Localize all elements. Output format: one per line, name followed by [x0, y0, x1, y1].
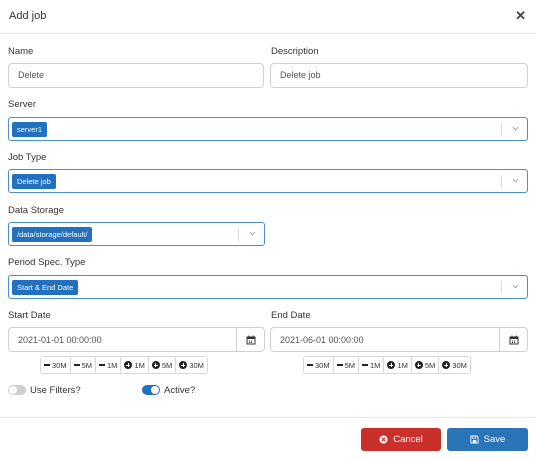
- plus-circle-icon: [387, 361, 396, 369]
- minus-30m-button[interactable]: 30M: [41, 357, 71, 373]
- start-date-field[interactable]: 2021-01-01 00:00:00: [8, 327, 265, 352]
- select-divider: [501, 175, 502, 188]
- save-icon: [470, 435, 479, 444]
- period-spec-select[interactable]: Start & End Date: [8, 275, 528, 299]
- plus-circle-icon: [442, 361, 451, 369]
- chevron-down-icon[interactable]: [512, 177, 519, 184]
- step-label: 30M: [52, 360, 67, 370]
- plus-5m-button[interactable]: 5M: [411, 357, 440, 373]
- cancel-button[interactable]: Cancel: [361, 428, 441, 451]
- step-label: 30M: [189, 360, 204, 370]
- job-type-label: Job Type: [8, 152, 47, 163]
- cancel-icon: [379, 435, 388, 444]
- plus-5m-button[interactable]: 5M: [148, 357, 177, 373]
- modal-header: Add job ✕: [0, 0, 536, 34]
- active-toggle[interactable]: [142, 385, 160, 395]
- minus-icon: [44, 364, 50, 366]
- start-date-label: Start Date: [8, 310, 51, 321]
- chevron-down-icon[interactable]: [512, 125, 519, 132]
- close-icon[interactable]: ✕: [515, 8, 526, 24]
- server-select[interactable]: server1: [8, 117, 528, 141]
- save-label: Save: [483, 434, 506, 445]
- modal-title: Add job: [9, 10, 47, 22]
- description-label: Description: [271, 46, 319, 57]
- minus-icon: [307, 364, 313, 366]
- start-date-steps: 30M 5M 1M 1M 5M 30M: [40, 356, 208, 374]
- data-storage-select[interactable]: /data/storage/default/: [8, 222, 265, 246]
- name-label: Name: [8, 46, 34, 57]
- plus-circle-icon: [151, 361, 160, 369]
- plus-1m-button[interactable]: 1M: [121, 357, 149, 373]
- name-field[interactable]: Delete: [8, 63, 264, 88]
- toggle-knob: [9, 386, 17, 394]
- step-label: 1M: [107, 360, 118, 370]
- server-tag[interactable]: server1: [12, 122, 48, 137]
- use-filters-label: Use Filters?: [30, 385, 81, 396]
- chevron-down-icon[interactable]: [249, 230, 256, 237]
- step-label: 5M: [344, 360, 356, 370]
- end-date-value[interactable]: 2021-06-01 00:00:00: [280, 335, 364, 345]
- save-button[interactable]: Save: [447, 428, 528, 451]
- minus-5m-button[interactable]: 5M: [333, 357, 360, 373]
- use-filters-toggle[interactable]: [8, 385, 26, 395]
- step-label: 5M: [424, 360, 436, 370]
- step-label: 1M: [397, 360, 408, 370]
- calendar-icon[interactable]: [499, 328, 527, 351]
- minus-30m-button[interactable]: 30M: [304, 357, 334, 373]
- minus-icon: [73, 364, 80, 366]
- step-label: 5M: [161, 360, 173, 370]
- plus-circle-icon: [414, 361, 423, 369]
- minus-1m-button[interactable]: 1M: [359, 357, 385, 373]
- plus-30m-button[interactable]: 30M: [176, 357, 207, 373]
- end-date-label: End Date: [271, 310, 311, 321]
- plus-30m-button[interactable]: 30M: [439, 357, 470, 373]
- minus-icon: [99, 364, 106, 366]
- step-label: 30M: [452, 360, 467, 370]
- end-date-field[interactable]: 2021-06-01 00:00:00: [270, 327, 528, 352]
- plus-1m-button[interactable]: 1M: [384, 357, 412, 373]
- data-storage-tag[interactable]: /data/storage/default/: [12, 227, 93, 242]
- server-label: Server: [8, 99, 36, 110]
- step-label: 1M: [370, 360, 381, 370]
- calendar-icon[interactable]: [236, 328, 264, 351]
- plus-circle-icon: [124, 361, 133, 369]
- minus-icon: [336, 364, 343, 366]
- period-spec-tag[interactable]: Start & End Date: [12, 280, 79, 295]
- step-label: 5M: [81, 360, 93, 370]
- period-spec-label: Period Spec. Type: [8, 257, 86, 268]
- step-label: 1M: [134, 360, 145, 370]
- step-label: 30M: [315, 360, 330, 370]
- toggle-knob: [151, 386, 159, 394]
- data-storage-label: Data Storage: [8, 205, 64, 216]
- job-type-select[interactable]: Delete job: [8, 169, 528, 193]
- footer-divider: [0, 417, 536, 418]
- plus-circle-icon: [179, 361, 188, 369]
- minus-icon: [362, 364, 369, 366]
- chevron-down-icon[interactable]: [512, 283, 519, 290]
- active-label: Active?: [164, 385, 196, 396]
- select-divider: [501, 123, 502, 136]
- start-date-value[interactable]: 2021-01-01 00:00:00: [18, 335, 102, 345]
- minus-5m-button[interactable]: 5M: [70, 357, 97, 373]
- cancel-label: Cancel: [393, 434, 423, 445]
- job-type-tag[interactable]: Delete job: [12, 174, 56, 189]
- select-divider: [238, 228, 239, 241]
- select-divider: [501, 281, 502, 294]
- description-field[interactable]: Delete job: [270, 63, 528, 88]
- minus-1m-button[interactable]: 1M: [96, 357, 122, 373]
- end-date-steps: 30M 5M 1M 1M 5M 30M: [303, 356, 471, 374]
